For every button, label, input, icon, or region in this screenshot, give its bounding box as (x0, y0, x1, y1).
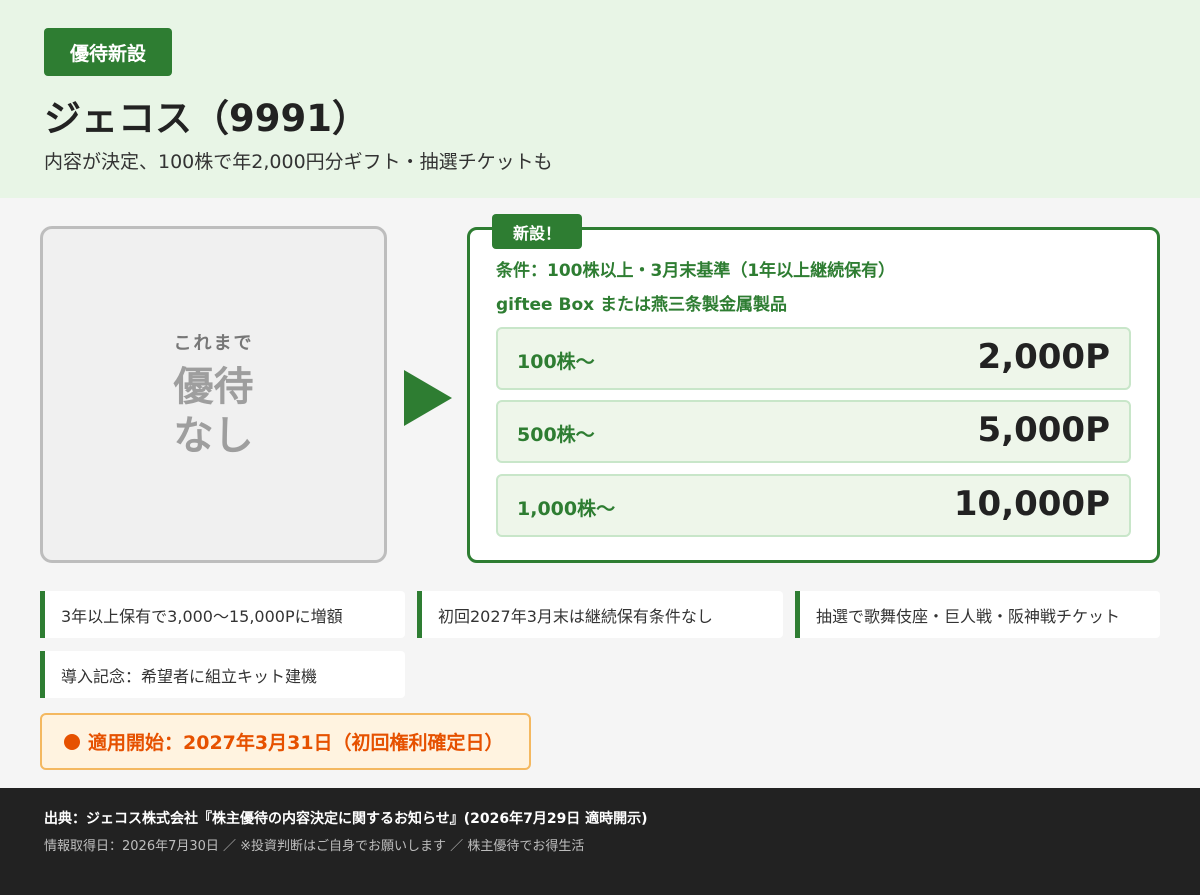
tier-shares: 1,000株〜 (517, 498, 616, 520)
tier-row: 1,000株〜 10,000P (496, 474, 1131, 537)
tier-shares: 100株〜 (517, 351, 595, 373)
source-text: 出典：ジェコス株式会社『株主優待の内容決定に関するお知らせ』(2026年7月29… (44, 811, 648, 827)
tier-points: 10,000P (953, 484, 1110, 524)
before-value-line1: 優待 (173, 363, 254, 410)
header-banner: 優待新設 ジェコス（9991） 内容が決定、100株で年2,000円分ギフト・抽… (0, 0, 1200, 198)
note-card: 抽選で歌舞伎座・巨人戦・阪神戦チケット (795, 591, 1160, 638)
arrow-right-icon (404, 370, 452, 426)
info-text: 情報取得日：2026年7月30日 ／ ※投資判断はご自身でお願いします ／ 株主… (44, 839, 585, 854)
before-value: 優待 なし (174, 363, 254, 461)
new-benefit-badge: 優待新設 (44, 28, 172, 76)
page-title: ジェコス（9991） (44, 97, 369, 140)
note-card: 3年以上保有で3,000〜15,000Pに増額 (40, 591, 405, 638)
tier-row: 100株〜 2,000P (496, 327, 1131, 390)
before-label: これまで (173, 332, 254, 354)
tier-points: 2,000P (977, 337, 1110, 377)
page-subtitle: 内容が決定、100株で年2,000円分ギフト・抽選チケットも (44, 151, 553, 173)
tier-points: 5,000P (977, 410, 1110, 450)
dot-icon (64, 733, 80, 750)
note-card: 初回2027年3月末は継続保有条件なし (417, 591, 783, 638)
tier-row: 500株〜 5,000P (496, 400, 1131, 463)
before-panel: これまで 優待 なし (40, 226, 387, 563)
start-date-text: 適用開始：2027年3月31日（初回権利確定日） (88, 732, 504, 754)
start-date-banner: 適用開始：2027年3月31日（初回権利確定日） (40, 713, 531, 770)
footer: 出典：ジェコス株式会社『株主優待の内容決定に関するお知らせ』(2026年7月29… (0, 788, 1200, 895)
before-value-line2: なし (173, 412, 254, 459)
gift-text: giftee Box または燕三条製金属製品 (496, 295, 788, 315)
tier-shares: 500株〜 (517, 424, 595, 446)
note-card: 導入記念：希望者に組立キット建機 (40, 651, 405, 698)
new-tag: 新設！ (492, 214, 582, 249)
condition-text: 条件：100株以上・3月末基準（1年以上継続保有） (496, 261, 896, 281)
